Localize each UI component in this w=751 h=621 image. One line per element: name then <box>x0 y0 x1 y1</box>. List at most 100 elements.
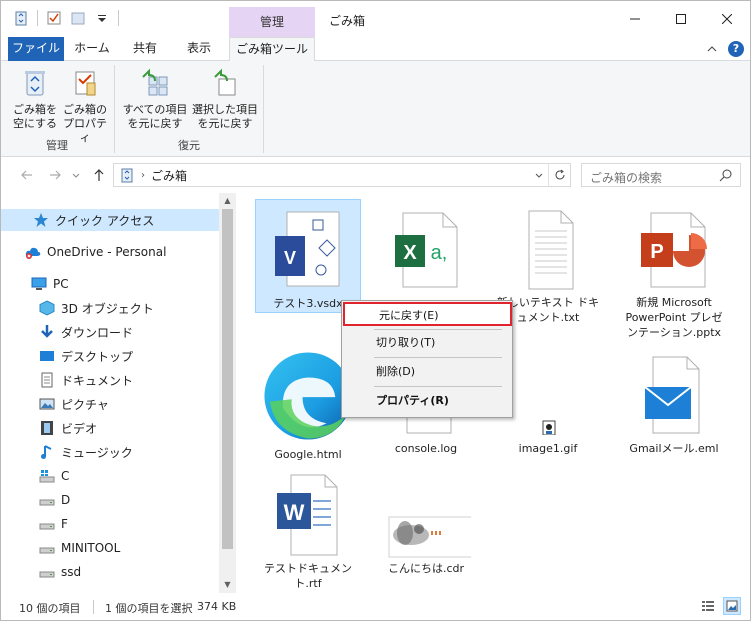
empty-bin-label-2: 空にする <box>12 117 58 130</box>
back-button[interactable] <box>19 167 35 183</box>
address-dropdown-icon[interactable] <box>534 167 544 186</box>
tab-recycle-bin-tools[interactable]: ごみ箱ツール <box>229 37 315 62</box>
minimize-icon <box>630 18 640 20</box>
nav-item-music[interactable]: ミュージック <box>1 441 219 463</box>
maximize-icon <box>676 14 686 24</box>
large-icons-view-icon <box>726 600 738 612</box>
nav-item-pictures[interactable]: ピクチャ <box>1 393 219 415</box>
nav-item-label: クイック アクセス <box>55 213 155 228</box>
file-item-vsdx[interactable]: V テスト3.vsdx <box>255 199 361 313</box>
scroll-up-icon[interactable]: ▲ <box>219 193 236 209</box>
collapse-ribbon-icon[interactable] <box>706 43 718 55</box>
context-menu-cut[interactable]: 切り取り(T) <box>342 331 512 355</box>
nav-item-desktop[interactable]: デスクトップ <box>1 345 219 367</box>
tab-share[interactable]: 共有 <box>121 37 169 61</box>
cube-icon <box>39 300 55 316</box>
empty-bin-label-1: ごみ箱を <box>13 103 57 116</box>
bin-properties-label-1: ごみ箱の <box>63 103 107 116</box>
tab-view[interactable]: 表示 <box>173 37 225 61</box>
recycle-bin-icon[interactable] <box>13 10 29 26</box>
drive-icon <box>39 571 55 578</box>
file-name: こんにちは.cdr <box>387 562 465 575</box>
file-name: テストドキュメント.rtf <box>264 562 352 590</box>
nav-item-label: ドキュメント <box>61 373 134 388</box>
context-menu-delete[interactable]: 削除(D) <box>342 360 512 384</box>
status-bar: 10 個の項目 1 個の項目を選択 374 KB <box>1 593 750 620</box>
details-view-icon <box>702 601 714 611</box>
ribbon-tabs: ファイル ホーム 共有 表示 ごみ箱ツール ? <box>1 37 750 62</box>
selection-size: 374 KB <box>197 600 237 613</box>
nav-item-quick-access[interactable]: クイック アクセス <box>1 209 219 231</box>
qat-separator <box>118 10 119 26</box>
menu-separator <box>374 357 502 358</box>
nav-item-3d-objects[interactable]: 3D オブジェクト <box>1 297 219 319</box>
film-icon <box>41 421 53 435</box>
status-separator <box>93 600 94 614</box>
nav-item-videos[interactable]: ビデオ <box>1 417 219 439</box>
properties-check-icon[interactable] <box>46 10 62 26</box>
nav-item-label: ダウンロード <box>61 325 134 340</box>
navigation-pane: クイック アクセス OneDrive - Personal PC 3D オブジェ… <box>1 193 237 593</box>
caption-buttons <box>612 1 750 37</box>
file-name: image1.gif <box>518 442 578 455</box>
recent-locations-button[interactable] <box>71 167 81 183</box>
nav-item-pc[interactable]: PC <box>1 273 219 295</box>
restore-all-button[interactable]: すべての項目 を元に戻す <box>121 67 189 131</box>
qat-separator <box>37 10 38 26</box>
file-item-pptx[interactable]: P 新規 Microsoft PowerPoint プレゼンテーション.pptx <box>621 199 727 349</box>
forward-button[interactable] <box>47 167 63 183</box>
qat-dropdown-icon[interactable] <box>94 10 110 26</box>
file-item-eml[interactable]: Gmailメール.eml <box>621 341 727 465</box>
menu-separator <box>374 386 502 387</box>
maximize-button[interactable] <box>658 1 704 37</box>
nav-item-drive-ssd[interactable]: ssd <box>1 561 219 583</box>
drive-icon <box>39 547 55 554</box>
scroll-down-icon[interactable]: ▼ <box>219 577 236 593</box>
help-icon[interactable]: ? <box>728 41 744 57</box>
nav-item-drive-minitool[interactable]: MINITOOL <box>1 537 219 559</box>
minimize-button[interactable] <box>612 1 658 37</box>
file-item-cdr[interactable]: こんにちは.cdr <box>373 465 479 577</box>
menu-separator <box>374 329 502 330</box>
file-item-xlsx[interactable]: X a, <box>373 199 479 313</box>
tab-file[interactable]: ファイル <box>8 37 64 61</box>
tab-home[interactable]: ホーム <box>69 37 115 61</box>
svg-text:a,: a, <box>431 242 448 264</box>
computer-icon <box>31 277 47 290</box>
file-item-rtf[interactable]: W テストドキュメント.rtf <box>255 465 361 590</box>
address-bar[interactable]: › ごみ箱 <box>113 163 571 187</box>
context-menu-restore[interactable]: 元に戻す(E) <box>343 302 512 326</box>
nav-item-drive-c[interactable]: C <box>1 465 219 487</box>
nav-item-onedrive[interactable]: OneDrive - Personal <box>1 241 219 263</box>
empty-recycle-bin-button[interactable]: ごみ箱を 空にする <box>11 67 59 131</box>
nav-pane-scrollbar[interactable]: ▲ ▼ <box>219 193 236 593</box>
new-folder-icon[interactable] <box>70 10 86 26</box>
breadcrumb-chevron-icon[interactable]: › <box>141 170 145 181</box>
nav-item-downloads[interactable]: ダウンロード <box>1 321 219 343</box>
search-box[interactable]: ごみ箱の検索 <box>581 163 741 187</box>
up-button[interactable] <box>91 167 107 183</box>
ribbon-group-label-manage: 管理 <box>46 139 68 152</box>
refresh-icon <box>555 169 564 180</box>
recycle-bin-properties-button[interactable]: ごみ箱の プロパティ <box>59 67 111 145</box>
scrollbar-thumb[interactable] <box>222 209 233 549</box>
context-menu-properties[interactable]: プロパティ(R) <box>342 389 512 413</box>
forward-arrow-icon <box>50 170 61 180</box>
breadcrumb[interactable]: ごみ箱 <box>151 167 187 184</box>
excel-file-icon: X a, <box>395 212 458 288</box>
nav-item-documents[interactable]: ドキュメント <box>1 369 219 391</box>
selection-count: 1 個の項目を選択 <box>105 602 193 615</box>
nav-item-drive-d[interactable]: D <box>1 489 219 511</box>
details-view-button[interactable] <box>699 597 717 615</box>
restore-all-icon <box>142 68 168 96</box>
email-file-icon <box>644 356 700 434</box>
nav-item-label: F <box>61 517 68 531</box>
large-icons-view-button[interactable] <box>723 597 741 615</box>
nav-item-drive-f[interactable]: F <box>1 513 219 535</box>
gif-image-icon <box>542 420 556 435</box>
restore-selected-button[interactable]: 選択した項目 を元に戻す <box>191 67 259 131</box>
refresh-button[interactable] <box>548 164 570 186</box>
drive-icon <box>39 499 55 506</box>
ribbon-group-restore: すべての項目 を元に戻す 選択した項目 を元に戻す 復元 <box>115 61 263 157</box>
close-button[interactable] <box>704 1 750 37</box>
